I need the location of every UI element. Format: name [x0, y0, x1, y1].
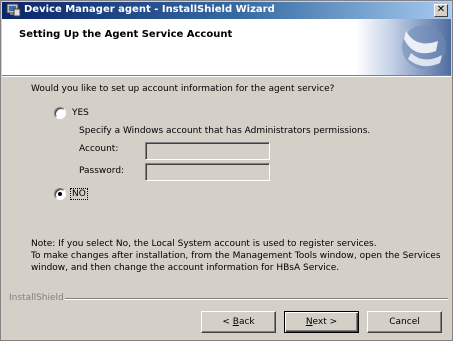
radio-yes-label[interactable]: YES — [71, 108, 90, 118]
setup-question: Would you like to set up account informa… — [31, 84, 335, 94]
page-title: Setting Up the Agent Service Account — [19, 29, 233, 40]
wizard-header: Setting Up the Agent Service Account — [2, 19, 451, 75]
installer-dialog: Device Manager agent - InstallShield Wiz… — [0, 0, 453, 341]
radio-yes[interactable]: YES — [54, 107, 90, 119]
account-hint: Specify a Windows account that has Admin… — [79, 126, 371, 136]
footer-divider — [65, 298, 448, 300]
title-bar[interactable]: Device Manager agent - InstallShield Wiz… — [2, 2, 451, 19]
radio-no-button[interactable] — [54, 188, 66, 200]
account-label: Account: — [79, 144, 119, 154]
password-field[interactable] — [145, 163, 270, 181]
radio-yes-button[interactable] — [54, 107, 66, 119]
note-line-2: To make changes after installation, from… — [31, 251, 441, 273]
back-button-prefix: < — [222, 317, 233, 327]
password-label: Password: — [79, 166, 125, 176]
wizard-banner-graphic — [356, 19, 451, 75]
back-button-rest: ack — [238, 317, 255, 327]
next-button-mnemonic: N — [305, 317, 313, 327]
back-button[interactable]: < Back — [201, 311, 276, 333]
next-button-rest: ext > — [312, 317, 338, 327]
radio-no-label[interactable]: NO — [70, 188, 88, 200]
note-text: Note: If you select No, the Local System… — [31, 238, 441, 274]
installer-icon — [6, 3, 21, 17]
next-button[interactable]: Next > — [284, 311, 359, 333]
installshield-brand: InstallShield — [9, 293, 64, 303]
radio-no[interactable]: NO — [54, 188, 88, 200]
account-field[interactable] — [145, 142, 270, 160]
cancel-button[interactable]: Cancel — [367, 311, 442, 333]
header-divider — [2, 75, 451, 77]
close-icon: ✕ — [436, 4, 446, 15]
note-line-1: Note: If you select No, the Local System… — [31, 239, 377, 249]
window-title: Device Manager agent - InstallShield Wiz… — [24, 4, 275, 15]
close-button[interactable]: ✕ — [434, 4, 448, 17]
